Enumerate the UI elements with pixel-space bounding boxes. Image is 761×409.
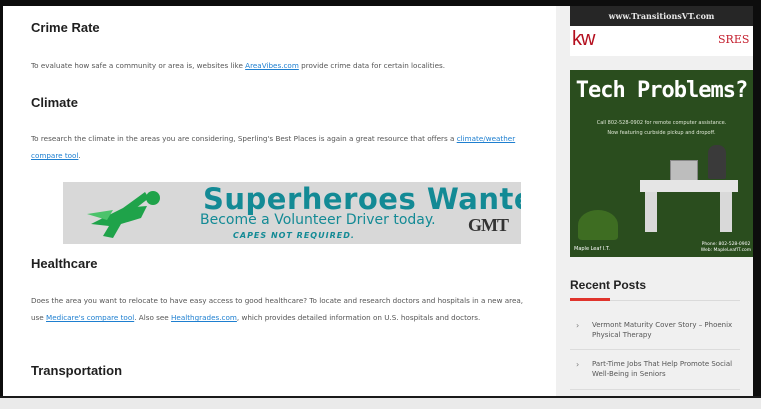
- window-bottom-border: [0, 396, 761, 398]
- climate-paragraph: To research the climate in the areas you…: [31, 130, 531, 164]
- recent-posts-title: Recent Posts: [570, 278, 647, 292]
- ad-title: Superheroes Wanted!: [203, 182, 521, 216]
- sidebar: www.TransitionsVT.com kw SRES Tech Probl…: [556, 6, 753, 396]
- tech-problems-ad[interactable]: Tech Problems? Call 802-528-0902 for rem…: [570, 70, 753, 257]
- tech-ad-line-1: Call 802-528-0902 for remote computer as…: [596, 120, 727, 126]
- desk-icon: [640, 180, 738, 192]
- healthcare-text-3: , which provides detailed information on…: [236, 313, 481, 322]
- healthcare-heading: Healthcare: [31, 256, 98, 271]
- post-separator: [570, 349, 740, 350]
- desk-leg: [720, 192, 732, 232]
- sres-badge: SRES: [718, 33, 750, 46]
- kw-logo: kw: [572, 28, 595, 50]
- recent-post-item[interactable]: › Part-Time Jobs That Help Promote Socia…: [570, 359, 740, 389]
- transportation-heading: Transportation: [31, 363, 123, 378]
- healthcare-paragraph: Does the area you want to relocate to ha…: [31, 292, 531, 326]
- climate-text-after: .: [78, 151, 81, 160]
- recent-post-link[interactable]: Part-Time Jobs That Help Promote Social …: [592, 359, 737, 379]
- crime-rate-heading: Crime Rate: [31, 20, 100, 35]
- monitor-icon: [670, 160, 698, 182]
- article-content: Crime Rate To evaluate how safe a commun…: [3, 6, 556, 396]
- chevron-right-icon: ›: [576, 360, 580, 369]
- figure-icon: [708, 145, 726, 179]
- kw-realty-ad[interactable]: www.TransitionsVT.com kw SRES: [570, 6, 753, 56]
- medicare-compare-link[interactable]: Medicare's compare tool: [46, 313, 134, 322]
- post-separator: [570, 389, 740, 390]
- tech-ad-company: Maple Leaf I.T.: [574, 246, 610, 252]
- desk-leg: [645, 192, 657, 232]
- tech-ad-title: Tech Problems?: [575, 78, 748, 103]
- crime-text-after: provide crime data for certain localitie…: [298, 61, 446, 70]
- tech-ad-contact: Phone: 802-528-0902 Web: MapleLeafIT.com: [700, 242, 752, 253]
- areavibes-link[interactable]: AreaVibes.com: [245, 61, 299, 70]
- recent-post-link[interactable]: Vermont Maturity Cover Story – Phoenix P…: [592, 320, 737, 340]
- chevron-right-icon: ›: [576, 321, 580, 330]
- climate-heading: Climate: [31, 95, 78, 110]
- tech-ad-line-2: Now featuring curbside pickup and dropof…: [607, 130, 716, 136]
- kw-ad-url: www.TransitionsVT.com: [608, 11, 715, 21]
- healthcare-text-2: . Also see: [134, 313, 172, 322]
- running-superhero-icon: [87, 191, 160, 238]
- volunteer-driver-ad[interactable]: Superheroes Wanted! Become a Volunteer D…: [63, 182, 521, 244]
- ad-subtitle: Become a Volunteer Driver today.: [200, 212, 436, 228]
- ad-tagline: CAPES NOT REQUIRED.: [233, 231, 355, 240]
- gmt-logo: GMT: [468, 215, 509, 235]
- recent-post-item[interactable]: › Vermont Maturity Cover Story – Phoenix…: [570, 320, 740, 350]
- crime-rate-paragraph: To evaluate how safe a community or area…: [31, 57, 531, 74]
- healthgrades-link[interactable]: Healthgrades.com: [171, 313, 237, 322]
- crime-text-before: To evaluate how safe a community or area…: [31, 61, 246, 70]
- recent-posts-accent: [570, 298, 610, 301]
- plant-icon: [578, 210, 618, 240]
- window-right-border: [753, 0, 761, 409]
- climate-text-before: To research the climate in the areas you…: [31, 134, 457, 143]
